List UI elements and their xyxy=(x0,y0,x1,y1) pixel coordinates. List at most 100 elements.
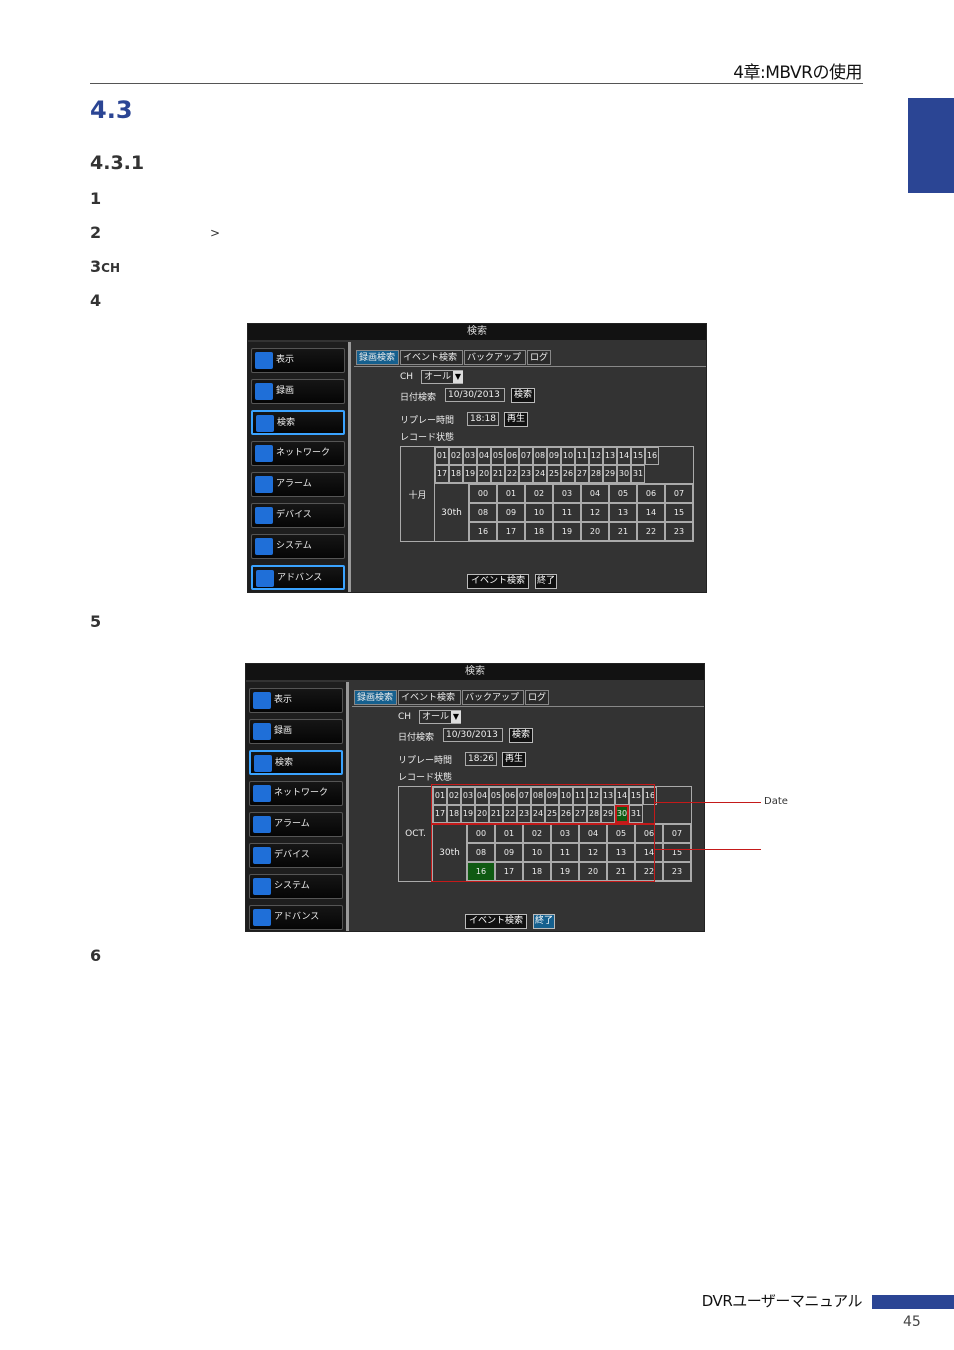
replay-time-input[interactable]: 18:18 xyxy=(467,412,499,426)
date-input[interactable]: 10/30/2013 xyxy=(445,388,505,402)
hour-cell[interactable]: 18 xyxy=(525,522,553,541)
chevron-down-icon[interactable]: ▼ xyxy=(451,711,461,723)
nav-advance[interactable]: アドバンス xyxy=(249,905,343,930)
hour-cell[interactable]: 04 xyxy=(581,484,609,503)
tab-log[interactable]: ログ xyxy=(525,690,549,705)
day-cell[interactable]: 13 xyxy=(603,447,617,465)
hour-cell[interactable]: 15 xyxy=(665,503,693,522)
nav-network[interactable]: ネットワーク xyxy=(249,781,343,806)
event-search-button[interactable]: イベント検索 xyxy=(465,914,527,929)
day-cell[interactable]: 18 xyxy=(449,465,463,483)
day-cell[interactable]: 01 xyxy=(435,447,449,465)
date-input[interactable]: 10/30/2013 xyxy=(443,728,503,742)
hour-cell[interactable]: 16 xyxy=(469,522,497,541)
hour-cell[interactable]: 17 xyxy=(497,522,525,541)
hour-cell[interactable]: 12 xyxy=(581,503,609,522)
day-cell[interactable]: 07 xyxy=(519,447,533,465)
day-cell[interactable]: 03 xyxy=(463,447,477,465)
tab-event-search[interactable]: イベント検索 xyxy=(400,350,463,365)
exit-button[interactable]: 終了 xyxy=(535,574,557,589)
footer-title: DVRユーザーマニュアル xyxy=(701,1292,863,1310)
nav-display[interactable]: 表示 xyxy=(249,688,343,713)
nav-record[interactable]: 録画 xyxy=(251,379,345,404)
alarm-icon xyxy=(253,816,271,833)
day-cell[interactable]: 17 xyxy=(435,465,449,483)
day-cell[interactable]: 27 xyxy=(575,465,589,483)
day-cell[interactable]: 24 xyxy=(533,465,547,483)
day-cell[interactable]: 06 xyxy=(505,447,519,465)
day-cell[interactable]: 30 xyxy=(617,465,631,483)
nav-advance[interactable]: アドバンス xyxy=(251,565,345,590)
day-cell[interactable]: 22 xyxy=(505,465,519,483)
nav-search[interactable]: 検索 xyxy=(249,750,343,775)
day-cell[interactable]: 16 xyxy=(645,447,659,465)
hour-cell[interactable]: 14 xyxy=(637,503,665,522)
nav-alarm[interactable]: アラーム xyxy=(251,472,345,497)
hour-cell[interactable]: 20 xyxy=(581,522,609,541)
hour-cell[interactable]: 13 xyxy=(609,503,637,522)
search-button[interactable]: 検索 xyxy=(511,388,535,403)
day-cell[interactable]: 26 xyxy=(561,465,575,483)
play-button[interactable]: 再生 xyxy=(504,412,528,427)
tab-log[interactable]: ログ xyxy=(527,350,551,365)
nav-system[interactable]: システム xyxy=(251,534,345,559)
exit-button[interactable]: 終了 xyxy=(533,914,555,929)
day-cell[interactable]: 29 xyxy=(603,465,617,483)
hour-cell[interactable]: 21 xyxy=(609,522,637,541)
hour-cell[interactable]: 07 xyxy=(663,824,691,843)
day-cell[interactable]: 12 xyxy=(589,447,603,465)
tab-event-search[interactable]: イベント検索 xyxy=(398,690,461,705)
day-cell[interactable]: 05 xyxy=(491,447,505,465)
hour-cell[interactable]: 11 xyxy=(553,503,581,522)
hour-cell[interactable]: 06 xyxy=(637,484,665,503)
day-cell[interactable]: 21 xyxy=(491,465,505,483)
tab-record-search[interactable]: 録画検索 xyxy=(354,690,397,705)
day-cell[interactable]: 31 xyxy=(631,465,645,483)
nav-network[interactable]: ネットワーク xyxy=(251,441,345,466)
day-cell[interactable]: 23 xyxy=(519,465,533,483)
hour-cell[interactable]: 07 xyxy=(665,484,693,503)
nav-record[interactable]: 録画 xyxy=(249,719,343,744)
play-button[interactable]: 再生 xyxy=(502,752,526,767)
hour-cell[interactable]: 03 xyxy=(553,484,581,503)
tab-backup[interactable]: バックアップ xyxy=(462,690,524,705)
hour-cell[interactable]: 01 xyxy=(497,484,525,503)
hour-cell[interactable]: 05 xyxy=(609,484,637,503)
nav-label: ネットワーク xyxy=(274,788,329,798)
hour-cell[interactable]: 02 xyxy=(525,484,553,503)
nav-device[interactable]: デバイス xyxy=(251,503,345,528)
day-cell[interactable]: 02 xyxy=(449,447,463,465)
day-cell[interactable]: 10 xyxy=(561,447,575,465)
day-cell[interactable]: 11 xyxy=(575,447,589,465)
nav-alarm[interactable]: アラーム xyxy=(249,812,343,837)
hour-cell[interactable]: 19 xyxy=(553,522,581,541)
hour-cell[interactable]: 00 xyxy=(469,484,497,503)
day-cell[interactable]: 15 xyxy=(631,447,645,465)
day-cell[interactable]: 04 xyxy=(477,447,491,465)
hour-cell[interactable]: 22 xyxy=(637,522,665,541)
tab-record-search[interactable]: 録画検索 xyxy=(356,350,399,365)
nav-display[interactable]: 表示 xyxy=(251,348,345,373)
tab-backup[interactable]: バックアップ xyxy=(464,350,526,365)
hour-cell[interactable]: 15 xyxy=(663,843,691,862)
replay-time-input[interactable]: 18:26 xyxy=(465,752,497,766)
search-button[interactable]: 検索 xyxy=(509,728,533,743)
nav-device[interactable]: デバイス xyxy=(249,843,343,868)
nav-label: 表示 xyxy=(274,695,293,705)
day-cell[interactable]: 14 xyxy=(617,447,631,465)
chevron-down-icon[interactable]: ▼ xyxy=(453,371,463,383)
event-search-button[interactable]: イベント検索 xyxy=(467,574,529,589)
hour-cell[interactable]: 10 xyxy=(525,503,553,522)
hour-cell[interactable]: 08 xyxy=(469,503,497,522)
nav-search[interactable]: 検索 xyxy=(251,410,345,435)
day-cell[interactable]: 09 xyxy=(547,447,561,465)
day-cell[interactable]: 25 xyxy=(547,465,561,483)
day-cell[interactable]: 19 xyxy=(463,465,477,483)
nav-system[interactable]: システム xyxy=(249,874,343,899)
day-cell[interactable]: 08 xyxy=(533,447,547,465)
hour-cell[interactable]: 23 xyxy=(663,862,691,881)
hour-cell[interactable]: 23 xyxy=(665,522,693,541)
hour-cell[interactable]: 09 xyxy=(497,503,525,522)
day-cell[interactable]: 28 xyxy=(589,465,603,483)
day-cell[interactable]: 20 xyxy=(477,465,491,483)
